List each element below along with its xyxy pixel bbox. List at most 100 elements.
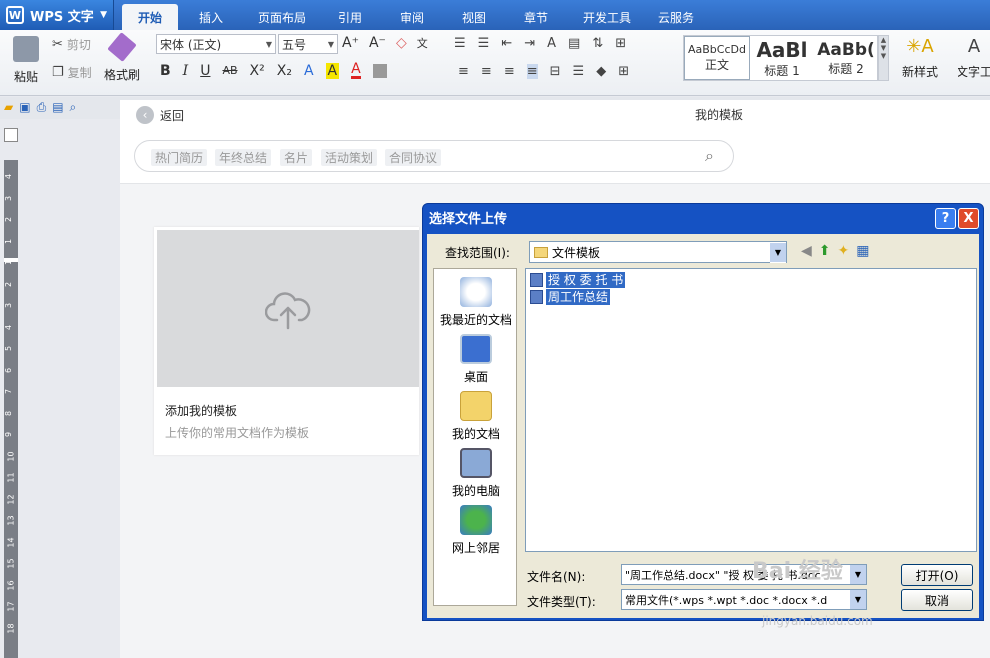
search-tag[interactable]: 合同协议 bbox=[385, 149, 442, 166]
strikethrough-button[interactable]: AB bbox=[222, 64, 237, 77]
ruler-number: 14 bbox=[6, 536, 16, 548]
pinyin-icon[interactable]: 文 bbox=[417, 35, 428, 51]
new-folder-icon[interactable]: ✦ bbox=[838, 243, 850, 259]
template-search-bar[interactable]: 热门简历 年终总结 名片 活动策划 合同协议 ⌕ bbox=[134, 140, 734, 172]
search-tag[interactable]: 年终总结 bbox=[215, 149, 272, 166]
style-normal[interactable]: AaBbCcDd 正文 bbox=[684, 36, 750, 80]
table-icon[interactable]: ⊞ bbox=[615, 36, 626, 51]
search-tag[interactable]: 活动策划 bbox=[321, 149, 378, 166]
up-folder-icon[interactable]: ⬆ bbox=[819, 243, 831, 259]
open-icon[interactable]: ▰ bbox=[4, 100, 13, 115]
increase-indent-icon[interactable]: ⇥ bbox=[524, 36, 535, 51]
print-preview-icon[interactable]: ⌕ bbox=[70, 100, 77, 115]
save-icon[interactable]: ▣ bbox=[19, 100, 30, 115]
card-title: 添加我的模板 bbox=[165, 404, 238, 418]
style-heading1[interactable]: AaBl 标题 1 bbox=[750, 36, 814, 80]
superscript-button[interactable]: X² bbox=[250, 63, 265, 79]
style-heading2[interactable]: AaBb( 标题 2 bbox=[814, 36, 878, 80]
tab-section[interactable]: 章节 bbox=[512, 4, 560, 30]
tab-cloud[interactable]: 云服务 bbox=[650, 4, 702, 30]
style-gallery-scroll[interactable]: ▲ ▼ ▼ bbox=[878, 35, 889, 81]
back-button[interactable]: 返回 bbox=[160, 107, 184, 124]
place-desktop[interactable]: 桌面 bbox=[434, 334, 518, 385]
tab-insert[interactable]: 插入 bbox=[186, 4, 236, 30]
word-document-icon bbox=[530, 273, 543, 287]
align-right-icon[interactable]: ≡ bbox=[504, 64, 515, 79]
tab-references[interactable]: 引用 bbox=[326, 4, 374, 30]
place-network[interactable]: 网上邻居 bbox=[434, 505, 518, 556]
italic-button[interactable]: I bbox=[183, 63, 189, 79]
tab-review[interactable]: 审阅 bbox=[388, 4, 436, 30]
print-icon[interactable]: ⎙ bbox=[37, 100, 47, 115]
back-icon[interactable]: ◀ bbox=[801, 243, 812, 259]
upload-area[interactable] bbox=[157, 230, 419, 387]
search-icon[interactable]: ⌕ bbox=[705, 146, 714, 166]
new-style-icon: ✳A bbox=[906, 36, 934, 57]
font-color-button[interactable]: A bbox=[351, 62, 361, 79]
folder-icon bbox=[534, 246, 548, 258]
justify-icon[interactable]: ≡ bbox=[526, 64, 538, 79]
place-label: 我的电脑 bbox=[451, 484, 500, 498]
cut-button[interactable]: ✂ 剪切 bbox=[52, 36, 91, 53]
lookin-select[interactable]: 文件模板 ▼ bbox=[529, 241, 787, 263]
filetype-label: 文件类型(T): bbox=[527, 595, 596, 609]
decrease-indent-icon[interactable]: ⇤ bbox=[501, 36, 512, 51]
place-documents[interactable]: 我的文档 bbox=[434, 391, 518, 442]
open-button[interactable]: 打开(O) bbox=[901, 564, 973, 586]
chinese-layout-icon[interactable]: A bbox=[547, 36, 556, 51]
ruler-number: 3 bbox=[4, 195, 14, 201]
numbered-list-icon[interactable]: ☰ bbox=[478, 36, 490, 51]
add-template-card[interactable]: 添加我的模板 上传你的常用文档作为模板 bbox=[154, 227, 419, 455]
sort-icon[interactable]: ⇅ bbox=[592, 36, 603, 51]
close-button[interactable]: X bbox=[958, 208, 979, 229]
font-name-select[interactable]: 宋体 (正文) ▼ bbox=[156, 34, 276, 54]
shading-icon[interactable]: ◆ bbox=[596, 64, 606, 79]
view-menu-icon[interactable]: ▦ bbox=[856, 243, 869, 259]
tab-view[interactable]: 视图 bbox=[450, 4, 498, 30]
tab-developer[interactable]: 开发工具 bbox=[572, 4, 642, 30]
chevron-down-icon: ▼ bbox=[265, 39, 272, 49]
paste-button[interactable]: 粘贴 bbox=[8, 36, 44, 85]
shrink-font-icon[interactable]: A⁻ bbox=[369, 35, 386, 51]
ruler-number: 4 bbox=[4, 173, 14, 180]
search-tag[interactable]: 热门简历 bbox=[151, 149, 208, 166]
grow-font-icon[interactable]: A⁺ bbox=[342, 35, 359, 51]
highlight-button[interactable]: A bbox=[325, 62, 340, 79]
cancel-button[interactable]: 取消 bbox=[901, 589, 973, 611]
char-shading-icon[interactable] bbox=[372, 63, 387, 78]
clear-format-icon[interactable]: ◇ bbox=[396, 35, 407, 51]
tab-home[interactable]: 开始 bbox=[122, 4, 178, 30]
search-tag[interactable]: 名片 bbox=[280, 149, 313, 166]
font-size-select[interactable]: 五号 ▼ bbox=[278, 34, 338, 54]
preview-icon[interactable]: ▤ bbox=[52, 100, 63, 115]
align-left-icon[interactable]: ≡ bbox=[458, 64, 469, 79]
place-computer[interactable]: 我的电脑 bbox=[434, 448, 518, 499]
tab-stop-selector[interactable] bbox=[4, 128, 18, 142]
file-item[interactable]: 授 权 委 托 书 bbox=[530, 272, 626, 288]
file-item[interactable]: 周工作总结 bbox=[530, 289, 611, 305]
border-icon[interactable]: ⊞ bbox=[618, 64, 629, 79]
line-spacing-icon[interactable]: ☰ bbox=[573, 64, 585, 79]
underline-button[interactable]: U bbox=[200, 63, 210, 79]
bullet-list-icon[interactable]: ☰ bbox=[454, 36, 466, 51]
align-center-icon[interactable]: ≡ bbox=[481, 64, 492, 79]
new-style-button[interactable]: ✳A 新样式 bbox=[892, 36, 948, 80]
copy-button[interactable]: ❐ 复制 bbox=[52, 64, 92, 81]
filetype-select[interactable]: 常用文件(*.wps *.wpt *.doc *.docx *.d ▼ bbox=[621, 589, 867, 610]
style-name: 标题 2 bbox=[828, 61, 864, 76]
place-recent[interactable]: 我最近的文档 bbox=[434, 277, 518, 328]
new-style-label: 新样式 bbox=[901, 65, 938, 79]
text-effect-button[interactable]: A bbox=[304, 63, 314, 79]
back-icon[interactable]: ‹ bbox=[136, 106, 154, 124]
app-menu-button[interactable]: W WPS 文字 ▼ bbox=[0, 0, 114, 30]
help-button[interactable]: ? bbox=[935, 208, 956, 229]
show-marks-icon[interactable]: ▤ bbox=[568, 36, 580, 51]
distribute-icon[interactable]: ⊟ bbox=[550, 64, 561, 79]
ruler-number: 2 bbox=[4, 216, 14, 223]
text-tools-button[interactable]: A 文字工 bbox=[958, 36, 990, 80]
format-painter-button[interactable]: 格式刷 bbox=[102, 32, 142, 83]
page-title: 我的模板 bbox=[695, 108, 744, 122]
bold-button[interactable]: B bbox=[160, 63, 171, 79]
tab-page-layout[interactable]: 页面布局 bbox=[248, 4, 316, 30]
subscript-button[interactable]: X₂ bbox=[277, 63, 292, 79]
